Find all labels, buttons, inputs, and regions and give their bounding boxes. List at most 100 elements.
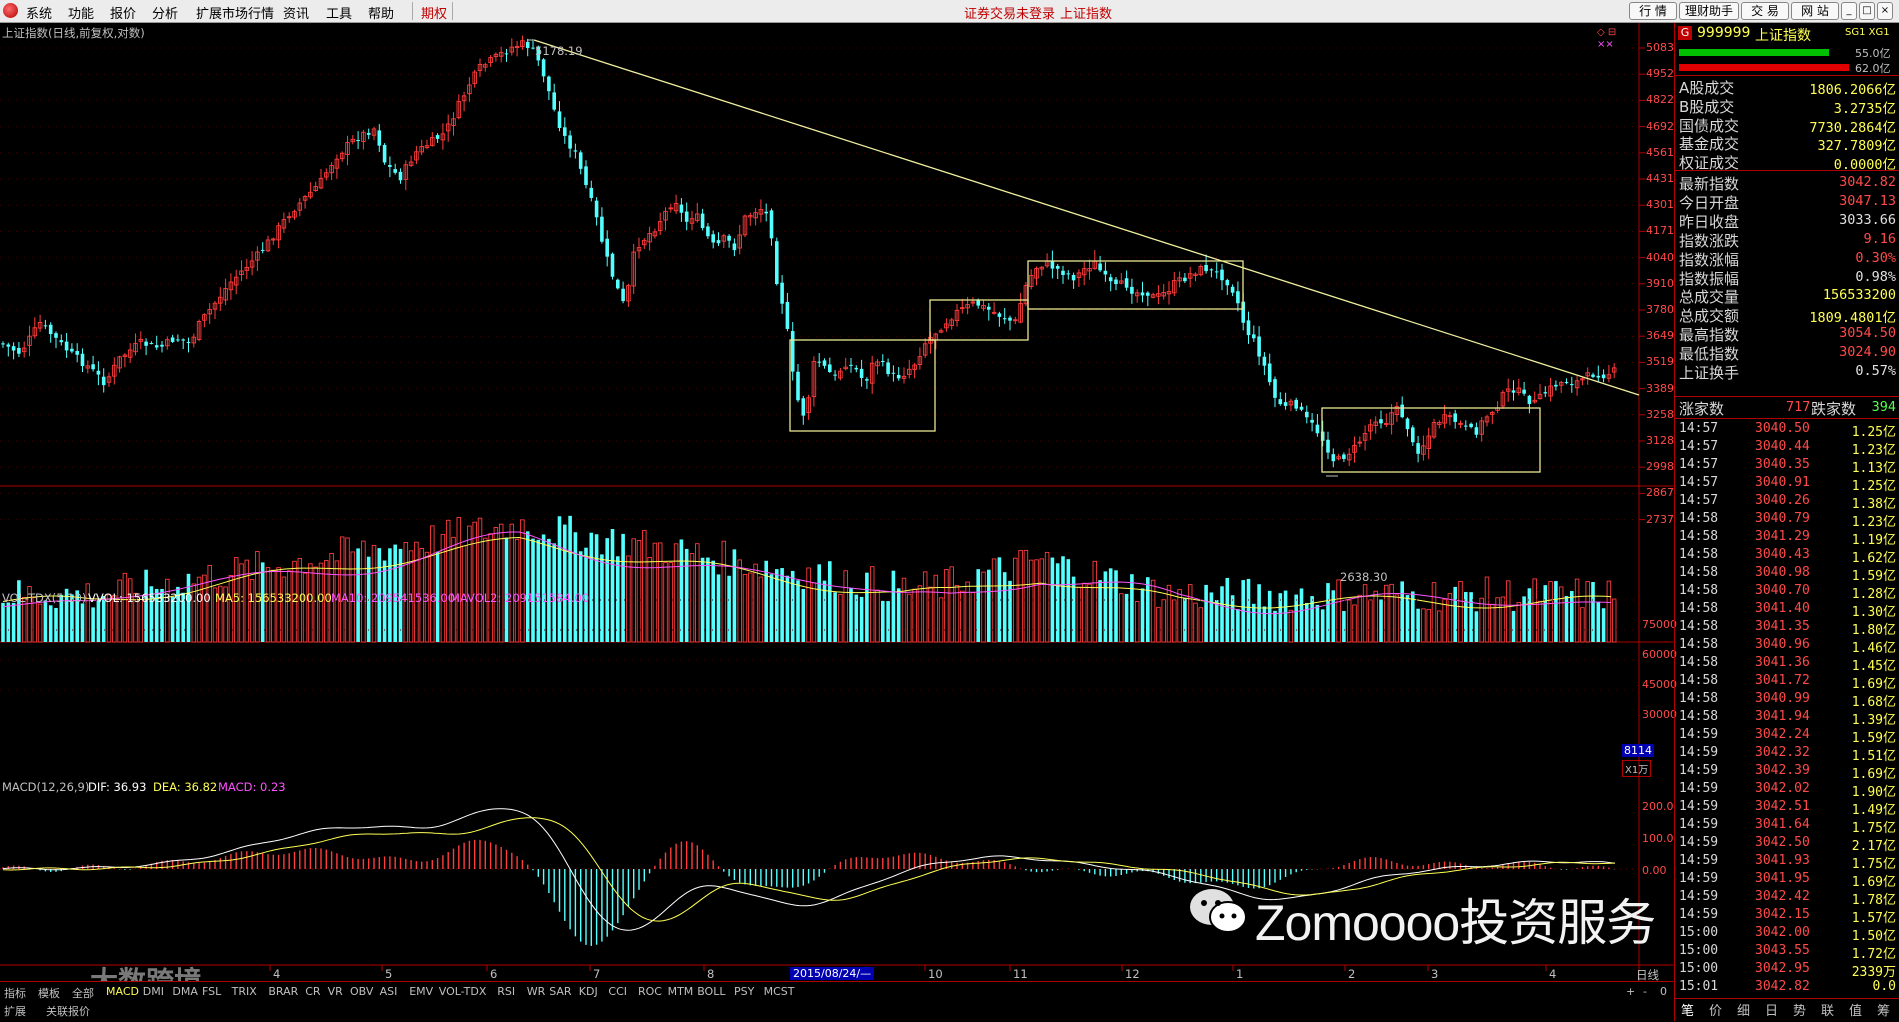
tick-volume: 1.23亿 bbox=[1851, 443, 1896, 458]
indicator-tab[interactable]: OBV bbox=[350, 985, 373, 998]
tick-price: 3041.40 bbox=[1755, 601, 1810, 616]
menu-tools[interactable]: 工具 bbox=[326, 3, 352, 22]
zoom-out-icon[interactable]: - bbox=[1643, 985, 1647, 998]
panel-tab[interactable]: 值 bbox=[1849, 1000, 1862, 1019]
volume-bar-down bbox=[1130, 574, 1134, 642]
panel-tab[interactable]: 价 bbox=[1709, 1000, 1722, 1019]
indicator-tab[interactable]: BOLL bbox=[697, 985, 725, 998]
volume-bar-down bbox=[1320, 609, 1325, 642]
tick-time: 14:59 bbox=[1679, 763, 1719, 778]
indicator-tab[interactable]: TRIX bbox=[232, 985, 257, 998]
indicator-tab[interactable]: BRAR bbox=[268, 985, 298, 998]
volume-bar-up bbox=[196, 576, 202, 643]
volume-bar-up bbox=[954, 585, 960, 643]
tick-time: 14:59 bbox=[1679, 727, 1719, 742]
row-label: 最高指数 bbox=[1679, 326, 1740, 345]
indicator-tab[interactable]: CCI bbox=[608, 985, 627, 998]
indicator-tab[interactable]: ASI bbox=[380, 985, 398, 998]
indicator-tab[interactable]: 指标 bbox=[4, 985, 26, 1001]
menu-system[interactable]: 系统 bbox=[26, 3, 52, 22]
menu-extended-market[interactable]: 扩展市场行情 bbox=[196, 3, 274, 22]
volume-unit: X1万 bbox=[1622, 760, 1652, 777]
trade-button[interactable]: 交 易 bbox=[1741, 2, 1789, 20]
panel-tab[interactable]: 联 bbox=[1821, 1000, 1834, 1019]
candle-down bbox=[398, 171, 403, 181]
tab-related-quotes[interactable]: 关联报价 bbox=[46, 1003, 90, 1019]
indicator-tab[interactable]: VOL-TDX bbox=[439, 985, 487, 998]
indicator-tab[interactable]: VR bbox=[328, 985, 343, 998]
finance-assistant-button[interactable]: 理财助手 bbox=[1679, 2, 1739, 20]
volume-bar-up bbox=[1023, 549, 1029, 643]
menu-options[interactable]: 期权 bbox=[421, 3, 447, 22]
menu-news[interactable]: 资讯 bbox=[283, 3, 309, 22]
panel-tab[interactable]: 笔 bbox=[1681, 1000, 1694, 1019]
indicator-tab[interactable]: PSY bbox=[734, 985, 754, 998]
volume-indicator-name[interactable]: VOL-TDX(5,10) bbox=[2, 591, 86, 605]
candle-down bbox=[1464, 425, 1468, 427]
indicator-tab[interactable]: DMA bbox=[172, 985, 198, 998]
tick-time: 14:59 bbox=[1679, 835, 1719, 850]
indicator-tab[interactable]: DMI bbox=[143, 985, 164, 998]
kline-chart-canvas[interactable]: ◇ ⊟×× bbox=[0, 23, 1673, 981]
kline-chart-area[interactable]: ◇ ⊟ ×× 上证指数(日线,前复权,对数) 5178.19 2638.30 50… bbox=[0, 23, 1677, 998]
tick-price: 3042.24 bbox=[1755, 727, 1810, 742]
volume-bar-up bbox=[1087, 583, 1092, 643]
buy-volume-bar bbox=[1679, 49, 1829, 56]
quote-button[interactable]: 行 情 bbox=[1629, 2, 1677, 20]
indicator-tab[interactable]: EMV bbox=[409, 985, 433, 998]
tick-time: 14:57 bbox=[1679, 475, 1719, 490]
indicator-tab[interactable]: SAR bbox=[549, 985, 571, 998]
candle-down bbox=[154, 345, 159, 348]
volume-bar-up bbox=[938, 597, 944, 643]
menu-analysis[interactable]: 分析 bbox=[152, 3, 178, 22]
volume-bar-down bbox=[568, 515, 572, 642]
candle-down bbox=[260, 249, 265, 251]
index-stat-row: 指数涨跌 9.16 bbox=[1679, 230, 1896, 250]
candle-down bbox=[1008, 317, 1012, 321]
login-status[interactable]: 证券交易未登录 bbox=[964, 3, 1055, 22]
macd-indicator-name[interactable]: MACD(12,26,9) bbox=[2, 780, 89, 794]
tick-time: 14:59 bbox=[1679, 889, 1719, 904]
panel-tab[interactable]: 细 bbox=[1737, 1000, 1750, 1019]
tick-row: 14:58 3041.29 1.19亿 bbox=[1679, 529, 1896, 548]
menu-function[interactable]: 功能 bbox=[68, 3, 94, 22]
tick-price: 3042.39 bbox=[1755, 763, 1810, 778]
candle-down bbox=[393, 169, 397, 173]
peak-price-label: 5178.19 bbox=[535, 44, 583, 58]
minimize-icon[interactable]: _ bbox=[1841, 2, 1857, 20]
indicator-tab[interactable]: 全部 bbox=[72, 985, 94, 1001]
indicator-tab[interactable]: 模板 bbox=[38, 985, 60, 1001]
panel-tab[interactable]: 势 bbox=[1793, 1000, 1806, 1019]
candle-down bbox=[711, 234, 715, 243]
panel-tab[interactable]: 筹 bbox=[1877, 1000, 1890, 1019]
volume-bar-down bbox=[1464, 591, 1468, 642]
candle-down bbox=[186, 341, 191, 343]
indicator-tab[interactable]: RSI bbox=[497, 985, 515, 998]
menu-quote[interactable]: 报价 bbox=[110, 3, 136, 22]
indicator-tab[interactable]: MCST bbox=[764, 985, 795, 998]
date-cursor-marker: 2015/08/24/— bbox=[790, 967, 875, 980]
indicator-tab[interactable]: FSL bbox=[202, 985, 221, 998]
indicator-tab[interactable]: ROC bbox=[638, 985, 662, 998]
consolidation-box bbox=[1027, 260, 1244, 310]
menu-help[interactable]: 帮助 bbox=[368, 3, 394, 22]
indicator-tab[interactable]: KDJ bbox=[579, 985, 598, 998]
zoom-in-icon[interactable]: + bbox=[1626, 985, 1635, 998]
tick-price: 3041.72 bbox=[1755, 673, 1810, 688]
volume-bar-up bbox=[838, 593, 843, 643]
candle-down bbox=[149, 343, 154, 345]
volume-bar-up bbox=[695, 543, 700, 643]
candle-down bbox=[91, 364, 95, 370]
volume-bar-up bbox=[1606, 580, 1612, 643]
indicator-tab[interactable]: CR bbox=[305, 985, 320, 998]
indicator-tab[interactable]: MACD bbox=[106, 985, 139, 998]
website-button[interactable]: 网 站 bbox=[1791, 2, 1839, 20]
zoom-reset-icon[interactable]: 0 bbox=[1660, 985, 1667, 998]
tab-extended[interactable]: 扩展 bbox=[4, 1003, 26, 1019]
indicator-tab[interactable]: MTM bbox=[668, 985, 694, 998]
close-icon[interactable]: × bbox=[1877, 2, 1893, 20]
volume-bar-up bbox=[165, 578, 170, 643]
panel-tab[interactable]: 日 bbox=[1765, 1000, 1778, 1019]
maximize-icon[interactable]: □ bbox=[1859, 2, 1875, 20]
indicator-tab[interactable]: WR bbox=[527, 985, 546, 998]
